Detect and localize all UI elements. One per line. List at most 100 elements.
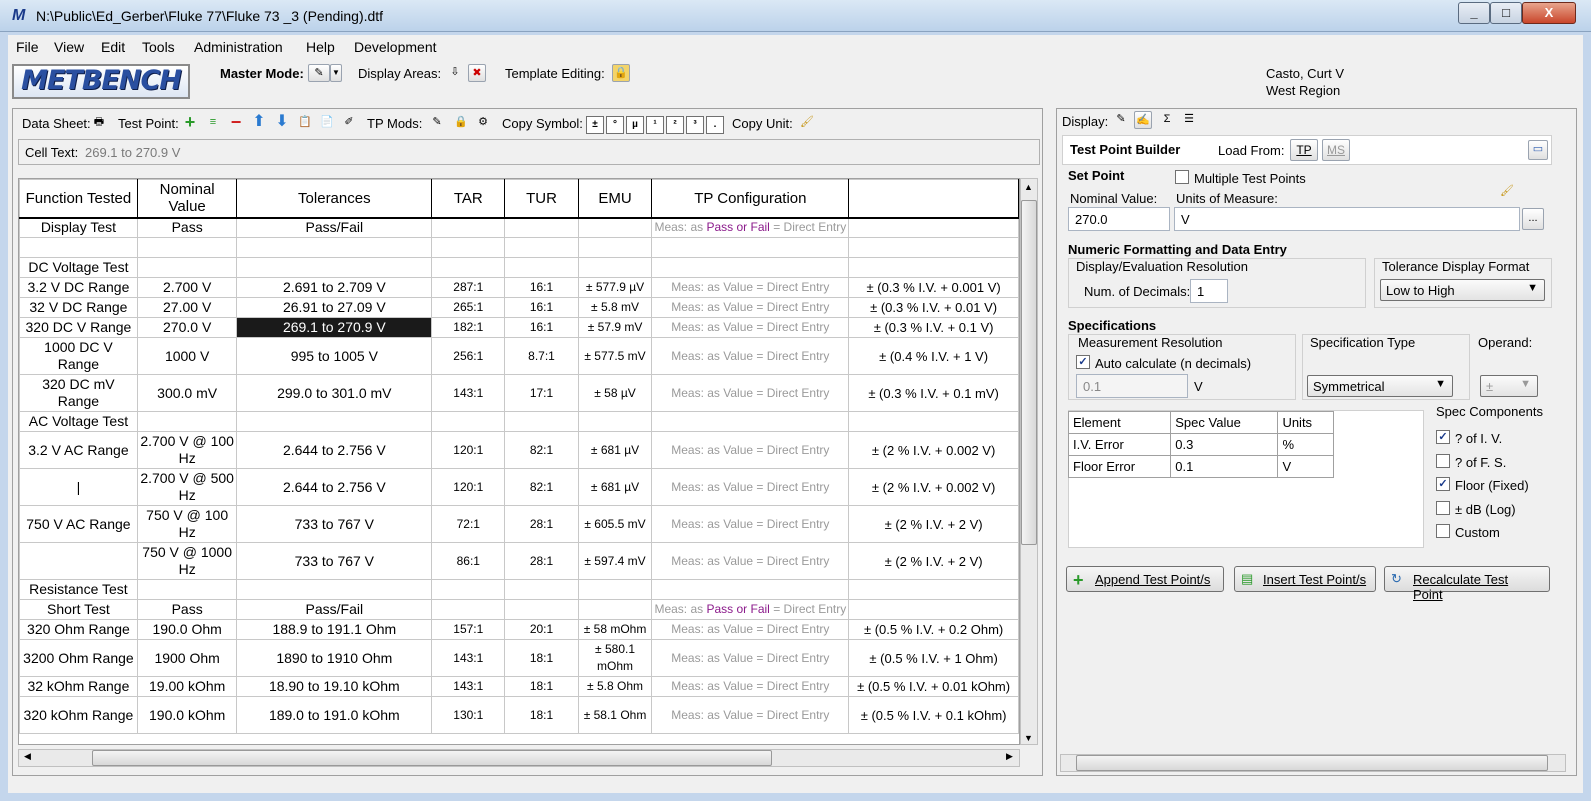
browse-units-button[interactable]: ... [1522,208,1544,230]
brush-icon[interactable]: 🖌 [798,114,816,132]
cell-tur[interactable]: 16:1 [504,317,579,338]
symbol-micro[interactable]: µ [626,116,644,134]
cell-tar[interactable]: 120:1 [431,431,506,469]
units-input[interactable]: V [1174,207,1520,231]
cell-function[interactable]: 3.2 V AC Range [19,431,138,469]
cell-tar[interactable]: 265:1 [431,297,506,318]
spec-units[interactable]: % [1277,433,1334,456]
table-row[interactable]: 320 kOhm Range 190.0 kOhm 189.0 to 191.0 k… [19,696,1019,734]
sigma-icon[interactable]: Σ [1158,111,1176,129]
cell-tar[interactable]: 72:1 [431,505,506,543]
cell-tar[interactable]: 143:1 [431,639,506,677]
cell-nominal[interactable] [136,411,238,432]
table-row[interactable]: Display Test Pass Pass/Fail Meas: as Pass o… [19,217,1019,238]
cell-tar[interactable] [431,257,506,278]
auto-calculate-checkbox[interactable]: ✓ [1076,355,1090,369]
cell-tp-config[interactable]: Meas: as Value = Direct Entry [651,505,850,543]
cell-function[interactable]: DC Voltage Test [19,257,138,278]
table-row[interactable]: 3.2 V DC Range 2.700 V 2.691 to 2.709 V 287… [19,277,1019,298]
spec-component-checkbox[interactable] [1436,524,1450,538]
gear-icon[interactable]: ⚙ [474,114,492,132]
cell-nominal[interactable]: 300.0 mV [136,374,238,412]
cell-emu[interactable]: ± 58 µV [577,374,653,412]
master-mode-icon[interactable]: ✎ [308,64,330,82]
cell-tolerance[interactable]: 189.0 to 191.0 kOhm [236,696,433,734]
cell-function[interactable]: Resistance Test [19,579,138,600]
recalculate-test-point-button[interactable]: ↻ Recalculate Test Point [1384,566,1550,602]
spec-value[interactable]: 0.3 [1170,433,1279,456]
spec-component-checkbox[interactable] [1436,500,1450,515]
cell-specification[interactable]: ± (0.5 % I.V. + 0.2 Ohm) [848,619,1019,640]
cell-tur[interactable]: 82:1 [504,431,579,469]
table-row[interactable]: 750 V AC Range 750 V @ 100 Hz 733 to 767 V… [19,505,1019,543]
cell-nominal[interactable]: 190.0 kOhm [136,696,238,734]
cell-tolerance[interactable]: 269.1 to 270.9 V [236,317,433,338]
cell-function[interactable] [19,237,138,258]
cell-emu[interactable]: ± 580.1 mOhm [577,639,653,677]
table-row[interactable]: 320 DC mV Range 300.0 mV 299.0 to 301.0 mV… [19,374,1019,412]
cell-tar[interactable]: 143:1 [431,374,506,412]
cell-emu[interactable]: ± 58.1 Ohm [577,696,653,734]
cell-nominal[interactable]: 270.0 V [136,317,238,338]
cell-emu[interactable]: ± 57.9 mV [577,317,653,338]
cell-tar[interactable]: 120:1 [431,468,506,506]
cell-tur[interactable]: 20:1 [504,619,579,640]
cell-emu[interactable]: ± 58 mOhm [577,619,653,640]
scroll-right-icon[interactable]: ▶ [1006,751,1013,762]
table-row[interactable]: 3.2 V AC Range 2.700 V @ 100 Hz 2.644 to 2… [19,431,1019,469]
move-down-icon[interactable]: ⬇ [273,114,291,132]
cell-function[interactable]: 750 V AC Range [19,505,138,543]
cell-function[interactable]: 320 DC mV Range [19,374,138,412]
cell-specification[interactable] [848,599,1019,620]
multiple-test-points-checkbox[interactable] [1175,170,1189,184]
cell-tur[interactable] [504,599,579,620]
table-row[interactable]: 320 Ohm Range 190.0 Ohm 188.9 to 191.1 Ohm… [19,619,1019,640]
cell-tolerance[interactable] [236,579,433,600]
table-row[interactable]: Resistance Test [19,579,1019,600]
builder-scroll-thumb[interactable] [1076,755,1548,771]
cell-tp-config[interactable]: Meas: as Value = Direct Entry [651,619,850,640]
table-row[interactable]: 3200 Ohm Range 1900 Ohm 1890 to 1910 Ohm 14… [19,639,1019,677]
table-row[interactable]: 32 kOhm Range 19.00 kOhm 18.90 to 19.10 kO… [19,676,1019,697]
scroll-down-icon[interactable]: ▼ [1024,733,1033,743]
cell-tur[interactable] [504,217,579,238]
num-decimals-input[interactable]: 1 [1190,279,1228,303]
cell-nominal[interactable]: 27.00 V [136,297,238,318]
table-row[interactable]: 320 DC V Range 270.0 V 269.1 to 270.9 V 182… [19,317,1019,338]
cell-nominal[interactable]: 2.700 V [136,277,238,298]
cell-tp-config[interactable]: Meas: as Value = Direct Entry [651,277,850,298]
insert-test-point-button[interactable]: ▤ Insert Test Point/s [1234,566,1376,592]
meas-res-input[interactable]: 0.1 [1076,374,1188,398]
cell-nominal[interactable]: 750 V @ 1000 Hz [136,542,238,580]
table-row[interactable] [19,237,1019,258]
cell-specification[interactable] [848,257,1019,278]
tp-mod-lock-icon[interactable]: 🔒 [452,114,470,132]
col-header-tar[interactable]: TAR [431,179,506,219]
maximize-button[interactable]: □ [1490,2,1522,24]
nominal-value-input[interactable]: 270.0 [1068,207,1170,231]
cell-specification[interactable] [848,237,1019,258]
menu-tools[interactable]: Tools [142,39,175,55]
cell-function[interactable]: Display Test [19,217,138,238]
data-grid[interactable]: Function Tested Nominal Value Tolerances… [18,178,1020,745]
operand-dropdown[interactable]: ± ▼ [1480,375,1538,397]
table-row[interactable]: Short Test Pass Pass/Fail Meas: as Pass or … [19,599,1019,620]
cell-tur[interactable] [504,257,579,278]
cell-nominal[interactable]: 2.700 V @ 500 Hz [136,468,238,506]
cell-emu[interactable]: ± 605.5 mV [577,505,653,543]
paste-icon[interactable]: 📄 [318,114,336,132]
menu-help[interactable]: Help [306,39,335,55]
display-area-icon[interactable]: ⇩ [446,64,464,82]
cell-tp-config[interactable] [651,257,850,278]
cell-tp-config[interactable]: Meas: as Value = Direct Entry [651,696,850,734]
cell-tar[interactable] [431,579,506,600]
cell-nominal[interactable] [136,237,238,258]
cell-tur[interactable]: 16:1 [504,277,579,298]
cell-tolerance[interactable] [236,237,433,258]
cell-tar[interactable]: 287:1 [431,277,506,298]
cell-nominal[interactable]: Pass [136,217,238,238]
table-row[interactable]: DC Voltage Test [19,257,1019,278]
copy-icon[interactable]: 📋 [296,114,314,132]
display-builder-icon[interactable]: ✍ [1134,111,1152,129]
spec-row[interactable]: Floor Error 0.1 V [1067,455,1334,478]
